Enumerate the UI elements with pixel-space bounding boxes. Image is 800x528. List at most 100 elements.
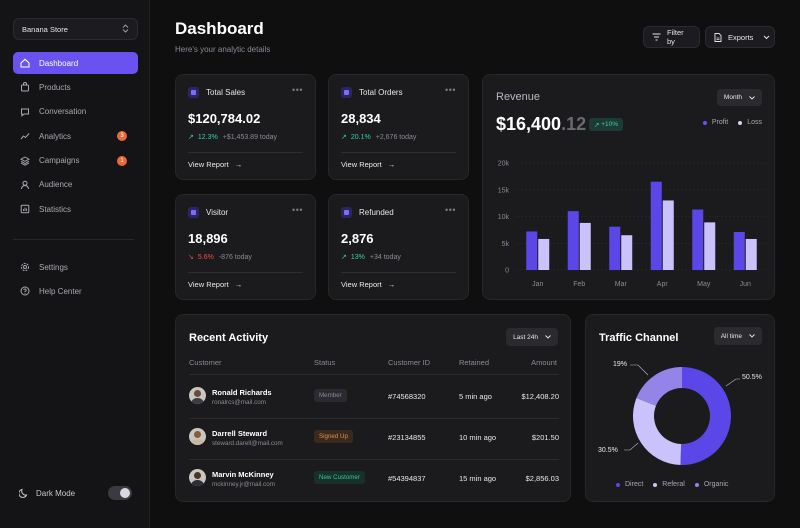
nav-label: Conversation [39, 107, 87, 117]
user-icon [20, 180, 30, 190]
traffic-channel-title: Traffic Channel [599, 332, 679, 344]
nav-label: Statistics [39, 204, 72, 214]
table-row[interactable]: Marvin McKinney mckinney.jr@mail.com New… [189, 460, 559, 500]
nav-label: Campaigns [39, 156, 80, 166]
nav-label: Analytics [39, 131, 72, 141]
nav-label: Products [39, 82, 71, 92]
exports-button[interactable]: Exports [705, 26, 775, 48]
secondary-nav: Settings Help Center [13, 256, 138, 305]
stat-delta: ↗ 20.1% +2,676 today [341, 133, 416, 142]
legend-dot [616, 482, 620, 487]
column-header-customer-id[interactable]: Customer ID [388, 358, 430, 367]
more-icon[interactable]: ••• [445, 85, 456, 95]
status-badge: Signed Up [314, 430, 353, 443]
view-report-link[interactable]: View Report → [341, 280, 395, 289]
stat-value: 28,834 [341, 111, 381, 126]
retained-time: 10 min ago [459, 433, 497, 442]
y-tick-label: 15k [498, 187, 510, 194]
bar-profit [692, 209, 704, 270]
status-badge: Member [314, 389, 347, 402]
recent-activity-title: Recent Activity [189, 332, 269, 344]
analytics-icon [20, 131, 30, 141]
toggle-knob [120, 488, 130, 498]
nav-label: Help Center [39, 286, 82, 296]
donut-slice-organic [636, 367, 682, 406]
nav-item-audience[interactable]: Audience [13, 174, 138, 196]
revenue-value-main: $16,400 [496, 114, 562, 134]
stat-value: $120,784.02 [188, 111, 261, 126]
sales-icon [188, 87, 199, 98]
filter-icon [652, 33, 661, 41]
nav-item-help-center[interactable]: Help Center [13, 280, 138, 302]
visitor-icon [188, 207, 199, 218]
table-row[interactable]: Ronald Richards ronalrcs@mail.com Member… [189, 378, 559, 418]
legend-dot [738, 120, 743, 125]
view-report-link[interactable]: View Report → [188, 160, 242, 169]
stat-header: Visitor [188, 207, 228, 218]
stat-header: Refunded [341, 207, 394, 218]
view-report-link[interactable]: View Report → [341, 160, 395, 169]
customer-email: mckinney.jr@mail.com [212, 481, 275, 488]
slice-label-direct: 50.5% [742, 374, 762, 381]
x-tick-label: Apr [657, 281, 669, 288]
stat-title: Visitor [206, 208, 229, 217]
legend-label: Loss [747, 119, 762, 126]
more-icon[interactable]: ••• [292, 85, 303, 95]
nav-item-analytics[interactable]: Analytics 3 [13, 125, 138, 147]
traffic-period-select[interactable]: All time [713, 327, 762, 345]
chevron-down-icon [545, 335, 551, 339]
legend-label: Referal [662, 481, 685, 488]
column-header-status[interactable]: Status [314, 358, 335, 367]
analytics-badge: 3 [117, 131, 127, 142]
column-header-amount[interactable]: Amount [531, 358, 557, 367]
legend-item-organic: Organic [694, 481, 728, 488]
nav-item-dashboard[interactable]: Dashboard [13, 52, 138, 74]
y-tick-label: 0 [505, 268, 509, 275]
legend-label: Direct [625, 481, 644, 488]
stat-delta: ↗ 12.3% +$1,453.89 today [188, 133, 277, 142]
nav-item-conversation[interactable]: Conversation [13, 101, 138, 123]
trend-up-icon: ↗ [341, 254, 347, 261]
arrow-right-icon: → [387, 160, 396, 169]
orders-icon [341, 87, 352, 98]
divider [341, 152, 456, 153]
view-report-link[interactable]: View Report → [188, 280, 242, 289]
view-report-label: View Report [341, 160, 382, 169]
bar-loss [662, 200, 674, 270]
avatar [189, 387, 206, 404]
filter-by-button[interactable]: Filter by [643, 26, 700, 48]
y-tick-label: 5k [502, 241, 510, 248]
trend-up-icon: ↗ [188, 134, 194, 141]
nav-item-statistics[interactable]: Statistics [13, 198, 138, 220]
legend-item-referal: Referal [653, 481, 685, 488]
amount: $2,856.03 [525, 474, 559, 483]
customer-email: ronalrcs@mail.com [212, 399, 266, 406]
more-icon[interactable]: ••• [445, 205, 456, 215]
nav-item-products[interactable]: Products [13, 76, 138, 98]
store-selector[interactable]: Banana Store [13, 18, 138, 40]
period-label: All time [720, 332, 742, 340]
stat-percent: 12.3% [197, 133, 218, 141]
more-icon[interactable]: ••• [292, 205, 303, 215]
nav-item-campaigns[interactable]: Campaigns 1 [13, 150, 138, 172]
nav-item-settings[interactable]: Settings [13, 256, 138, 278]
divider [341, 272, 456, 273]
donut-slice-referal [633, 397, 682, 465]
x-tick-label: Feb [573, 281, 585, 288]
column-header-retained[interactable]: Retained [459, 358, 489, 367]
chevron-updown-icon [122, 23, 129, 35]
statistics-icon [20, 204, 30, 214]
bar-profit [609, 226, 621, 270]
period-label: Last 24h [513, 333, 538, 341]
legend-item-profit: Profit [702, 119, 729, 126]
amount: $201.50 [531, 433, 559, 442]
customer-email: steward.darell@mail.com [212, 440, 283, 447]
activity-period-select[interactable]: Last 24h [506, 328, 558, 346]
arrow-right-icon: → [234, 160, 243, 169]
dark-mode-toggle[interactable] [108, 486, 132, 500]
legend-label: Profit [711, 119, 729, 126]
stat-header: Total Orders [341, 87, 403, 98]
revenue-period-select[interactable]: Month [716, 89, 762, 106]
column-header-customer[interactable]: Customer [189, 358, 222, 367]
table-row[interactable]: Darrell Steward steward.darell@mail.com … [189, 419, 559, 459]
